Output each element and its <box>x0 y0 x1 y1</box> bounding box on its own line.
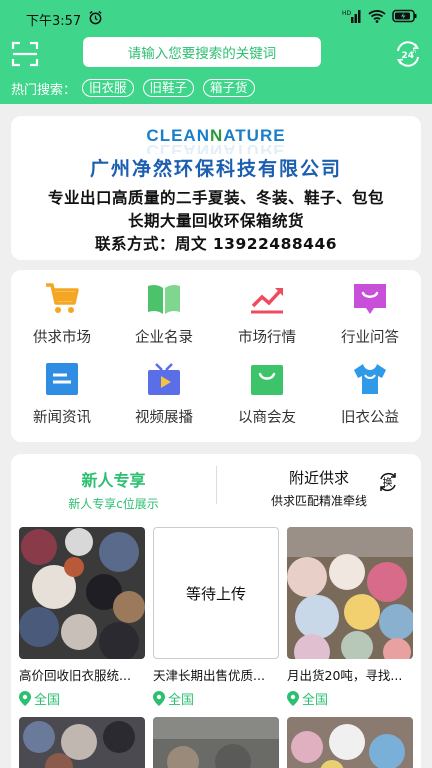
tab-newcomer[interactable]: 新人专享 新人专享c位展示 <box>11 454 216 516</box>
banner-line: 长期大量回收环保箱统货 <box>127 212 304 230</box>
product-title: 月出货20吨，寻找... <box>287 668 403 683</box>
svg-text:换: 换 <box>383 476 393 489</box>
hot-tag[interactable]: 旧鞋子 <box>142 79 195 97</box>
category-item-networking[interactable]: 以商会友 <box>216 362 318 434</box>
product-title: 高价回收旧衣服统... <box>19 668 131 683</box>
search-input[interactable]: 请输入您要搜索的关键词 <box>83 37 321 67</box>
customer-service-24h-icon[interactable]: 24 h <box>393 39 423 69</box>
svg-text:HD: HD <box>342 10 352 17</box>
wifi-icon <box>368 10 386 23</box>
category-item-market-trend[interactable]: 市场行情 <box>216 282 318 354</box>
hot-search-row: 热门搜索： 旧衣服 旧鞋子 箱子货 <box>11 77 264 99</box>
category-item-video[interactable]: 视频展播 <box>113 362 215 434</box>
category-label: 供求市场 <box>33 330 91 346</box>
product-image <box>287 527 413 659</box>
ad-banner[interactable]: CLEANNATURE CLEANNATURE 广州净然环保科技有限公司 专业出… <box>11 116 421 260</box>
product-card[interactable]: 等待上传 天津长期出售优质... 全国 <box>153 527 279 708</box>
product-location: 全国 <box>19 689 145 708</box>
swap-icon[interactable]: 换 <box>377 471 399 493</box>
category-label: 企业名录 <box>135 330 193 346</box>
status-icons: HD <box>342 9 418 23</box>
category-grid: 供求市场 企业名录 市场行情 行业问答 新闻资讯 视频展播 以商会友 旧衣公益 <box>11 270 421 442</box>
category-label: 以商会友 <box>238 410 296 426</box>
book-icon <box>148 284 180 314</box>
location-pin-icon <box>19 691 31 706</box>
product-image <box>19 527 145 659</box>
status-time: 下午3:57 <box>26 14 82 29</box>
scan-icon[interactable] <box>11 40 39 68</box>
product-card[interactable]: 高价回收旧衣服统... 全国 <box>19 527 145 708</box>
tab-nearby-subtitle: 供求匹配精准牵线 <box>270 494 367 508</box>
banner-company-name: 广州净然环保科技有限公司 <box>89 158 342 180</box>
product-title: 天津长期出售优质... <box>153 668 265 683</box>
placeholder-text: 等待上传 <box>185 584 246 603</box>
app-header: 下午3:57 HD 请输入您要搜索的关键词 24 h 热门搜索： 旧衣服 旧鞋子… <box>0 0 432 104</box>
product-image[interactable] <box>19 717 145 768</box>
news-icon <box>46 363 78 395</box>
category-label: 行业问答 <box>341 330 399 346</box>
category-item-news[interactable]: 新闻资讯 <box>11 362 113 434</box>
hot-search-label: 热门搜索： <box>11 82 77 98</box>
category-label: 新闻资讯 <box>33 410 91 426</box>
tab-newcomer-title: 新人专享 <box>81 471 146 490</box>
tv-icon <box>148 363 180 395</box>
location-pin-icon <box>287 691 299 706</box>
signal-icon: HD <box>342 10 361 23</box>
category-label: 视频展播 <box>135 410 193 426</box>
battery-charging-icon <box>392 9 417 23</box>
trend-chart-icon <box>251 288 283 314</box>
product-location: 全国 <box>287 689 413 708</box>
svg-text:h: h <box>413 49 416 55</box>
chat-bubble-icon <box>354 284 386 314</box>
product-card[interactable]: 月出货20吨，寻找... 全国 <box>287 527 413 708</box>
category-item-supply-market[interactable]: 供求市场 <box>11 282 113 354</box>
category-item-directory[interactable]: 企业名录 <box>113 282 215 354</box>
product-location: 全国 <box>153 689 279 708</box>
product-image[interactable] <box>153 717 279 768</box>
image-placeholder: 等待上传 <box>153 527 279 659</box>
product-image[interactable] <box>287 717 413 768</box>
location-pin-icon <box>153 691 165 706</box>
category-label: 市场行情 <box>238 330 296 346</box>
status-bar: 下午3:57 HD <box>0 0 432 34</box>
cart-icon <box>46 283 79 313</box>
tab-newcomer-subtitle: 新人专享c位展示 <box>68 497 159 511</box>
category-item-charity[interactable]: 旧衣公益 <box>319 362 421 434</box>
clean-nature-logo: CLEANNATURE CLEANNATURE <box>146 126 286 154</box>
alarm-icon <box>89 10 102 25</box>
tshirt-icon <box>354 364 386 394</box>
banner-contact: 联系方式：周文 13922488446 <box>94 235 338 253</box>
hot-tag[interactable]: 旧衣服 <box>82 79 134 97</box>
search-placeholder: 请输入您要搜索的关键词 <box>127 46 277 62</box>
banner-line: 专业出口高质量的二手夏装、冬装、鞋子、包包 <box>47 189 384 207</box>
category-item-qa[interactable]: 行业问答 <box>319 282 421 354</box>
category-label: 旧衣公益 <box>341 410 399 426</box>
bag-icon <box>251 365 283 395</box>
hot-tag[interactable]: 箱子货 <box>203 79 255 97</box>
